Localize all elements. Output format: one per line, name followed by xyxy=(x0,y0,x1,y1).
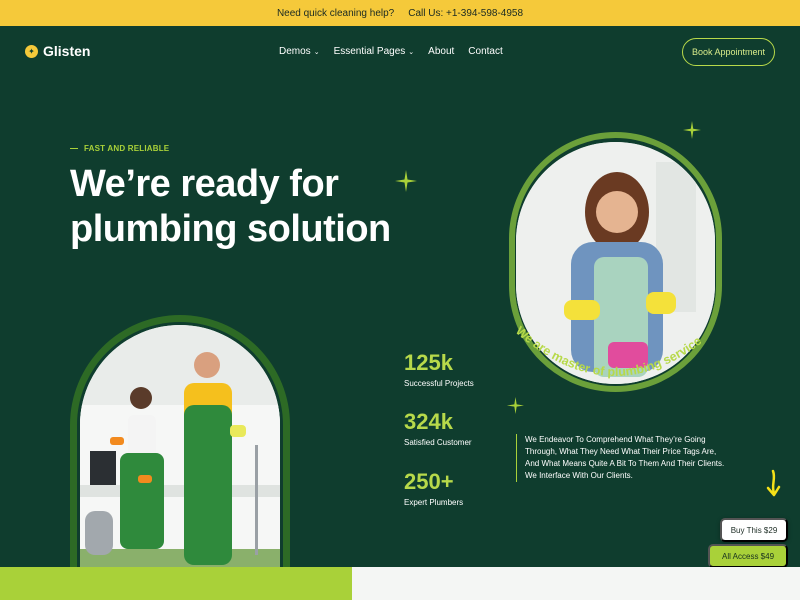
buy-this-button[interactable]: Buy This $29 xyxy=(720,518,788,542)
nav-menu: Demos ⌄ Essential Pages ⌄ About Contact xyxy=(279,46,503,57)
headline-line-1: We’re ready for xyxy=(70,163,339,205)
curved-badge-text: We are master of plumbing service xyxy=(513,324,704,379)
chevron-down-icon: ⌄ xyxy=(313,49,320,56)
arrow-down-icon xyxy=(766,469,781,497)
cleaners-illustration xyxy=(80,325,280,567)
sparkle-icon xyxy=(683,121,701,139)
stat-successful-projects: 125k Successful Projects xyxy=(404,350,474,388)
kicker-dash xyxy=(70,148,78,149)
logo-icon: ✦ xyxy=(25,44,38,58)
logo[interactable]: ✦ Glisten xyxy=(25,43,90,59)
curved-text: We are master of plumbing service xyxy=(513,324,704,379)
cleaners-photo xyxy=(80,325,280,567)
sparkle-icon xyxy=(395,170,417,192)
bottom-green-band xyxy=(0,567,352,600)
book-appointment-button[interactable]: Book Appointment xyxy=(682,38,775,66)
nav-item-contact[interactable]: Contact xyxy=(468,46,502,57)
stat-label: Successful Projects xyxy=(404,379,474,388)
bottom-light-band xyxy=(352,567,800,600)
nav-item-essential-pages[interactable]: Essential Pages ⌄ xyxy=(334,46,415,57)
stat-expert-plumbers: 250+ Expert Plumbers xyxy=(404,469,463,507)
hero-headline: We’re ready for plumbing solution xyxy=(70,162,430,252)
top-announcement-bar: Need quick cleaning help? Call Us: +1-39… xyxy=(0,0,800,26)
headline-line-2: plumbing solution xyxy=(70,208,391,250)
stat-label: Expert Plumbers xyxy=(404,498,464,507)
nav-item-demos[interactable]: Demos ⌄ xyxy=(279,46,320,57)
stat-value: 324k xyxy=(404,409,453,434)
stat-label: Satisfied Customer xyxy=(404,438,472,447)
logo-text: Glisten xyxy=(43,43,91,59)
hero-kicker: FAST AND RELIABLE xyxy=(70,144,169,153)
main-nav: ✦ Glisten Demos ⌄ Essential Pages ⌄ About … xyxy=(0,26,800,78)
all-access-button[interactable]: All Access $49 xyxy=(708,544,788,568)
stat-value: 250+ xyxy=(404,469,454,494)
kicker-text: FAST AND RELIABLE xyxy=(84,144,170,153)
stat-value: 125k xyxy=(404,350,453,375)
svg-text:We are master of plumbing serv: We are master of plumbing service xyxy=(513,324,704,379)
topbar-prompt: Need quick cleaning help? xyxy=(276,7,395,19)
nav-item-about[interactable]: About xyxy=(428,46,454,57)
chevron-down-icon: ⌄ xyxy=(408,49,415,56)
hero-description: We Endeavor To Comprehend What They’re G… xyxy=(516,434,726,482)
stat-satisfied-customer: 324k Satisfied Customer xyxy=(404,409,472,447)
topbar-phone[interactable]: Call Us: +1-394-598-4958 xyxy=(408,8,523,19)
